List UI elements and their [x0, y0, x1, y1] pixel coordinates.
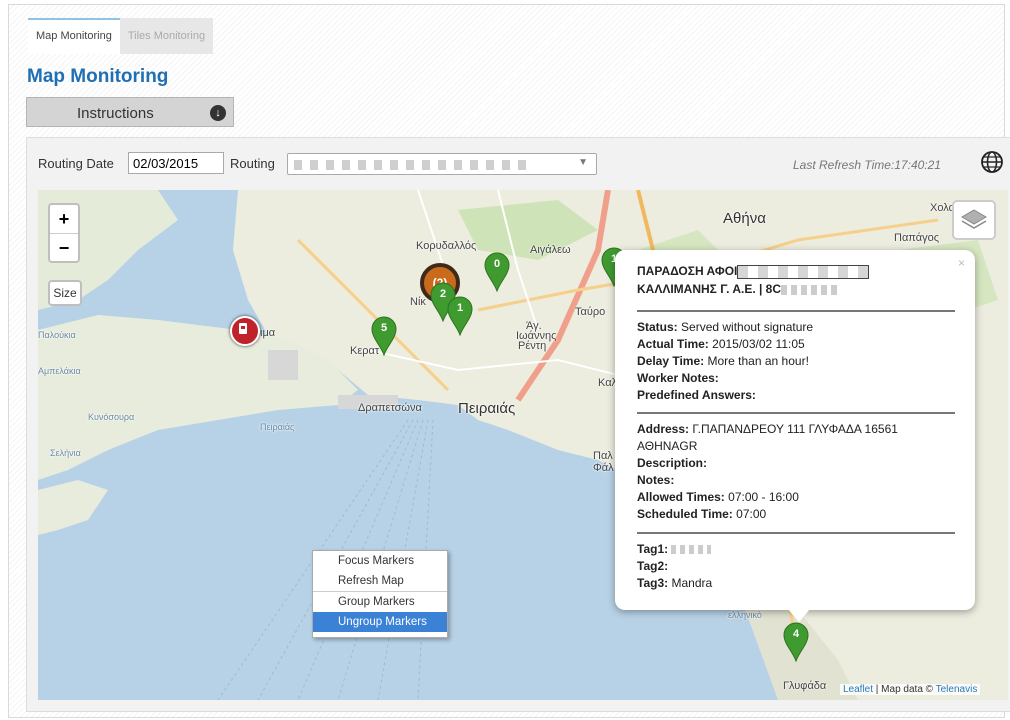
place-label: Κορυδαλλός — [416, 240, 477, 252]
place-label: Σελήνια — [50, 448, 81, 458]
scheduled-time-row: Scheduled Time: 07:00 — [637, 507, 767, 521]
place-label: Κυνόσουρα — [88, 412, 135, 422]
place-label: Παλούκια — [38, 330, 76, 340]
place-label: Νίκ — [410, 296, 426, 308]
tag1-row: Tag1: — [637, 542, 712, 556]
delay-time-row: Delay Time: More than an hour! — [637, 354, 809, 368]
instructions-button[interactable]: Instructions ↓ — [26, 97, 234, 127]
worker-notes-row: Worker Notes: — [637, 371, 719, 385]
globe-icon[interactable] — [980, 150, 1004, 174]
map-marker-pin-icon[interactable]: 5 — [371, 316, 397, 357]
place-label: Παλ — [593, 450, 613, 462]
place-label: Γλυφάδα — [783, 680, 827, 692]
marker-label: 1 — [456, 302, 464, 314]
provider-link[interactable]: Telenavis — [936, 684, 978, 695]
tab-tiles-monitoring[interactable]: Tiles Monitoring — [119, 18, 214, 54]
map-marker-pin-icon[interactable]: 0 — [484, 252, 510, 293]
address-row: Address: Γ.ΠΑΠΑΝΔΡΕΟΥ 111 ΓΛΥΦΑΔΑ 16561 — [637, 422, 898, 436]
place-label: Δραπετσώνα — [358, 402, 422, 414]
marker-popup: × ΠΑΡΑΔΟΣΗ ΑΦΟΙ ΚΑΛΛΙΜΑΝΗΣ Γ. Α.Ε. | 8C … — [615, 250, 975, 622]
zoom-in-button[interactable]: + — [50, 205, 78, 234]
redacted-text — [671, 545, 712, 555]
tag3-row: Tag3: Mandra — [637, 576, 713, 590]
divider — [637, 310, 955, 312]
size-button[interactable]: Size — [48, 280, 82, 306]
status-row: Status: Served without signature — [637, 320, 814, 334]
routing-select[interactable]: ▼ — [287, 153, 597, 175]
marker-label: 5 — [380, 322, 388, 334]
leaflet-link[interactable]: Leaflet — [843, 684, 873, 695]
routing-selected-value-redacted — [294, 160, 532, 170]
address-city: ΑΘΗΝΑGR — [637, 439, 698, 453]
menu-item-refresh-map[interactable]: Refresh Map — [313, 571, 447, 591]
menu-item-group-markers[interactable]: Group Markers — [313, 591, 447, 612]
marker-label: 0 — [493, 258, 501, 270]
allowed-times-row: Allowed Times: 07:00 - 16:00 — [637, 490, 799, 504]
menu-item-focus-markers[interactable]: Focus Markers — [313, 551, 447, 571]
notes-row: Notes: — [637, 473, 675, 487]
place-label: Ρέντη — [518, 340, 547, 352]
redacted-text — [781, 284, 842, 295]
predefined-answers-row: Predefined Answers: — [637, 388, 756, 402]
map-attribution: Leaflet | Map data © Telenavis — [840, 684, 981, 695]
divider — [637, 412, 955, 414]
place-label: ιμα — [260, 327, 276, 339]
routing-date-label: Routing Date — [38, 156, 114, 171]
place-label: Ταύρο — [575, 306, 606, 318]
place-label: Αιγάλεω — [530, 244, 571, 256]
routing-date-input[interactable] — [128, 152, 224, 174]
redacted-text — [737, 264, 870, 279]
last-refresh-time: Last Refresh Time:17:40:21 — [793, 158, 941, 172]
routing-label: Routing — [230, 156, 275, 171]
chevron-down-icon: ▼ — [578, 157, 588, 168]
place-label: Φάλ — [593, 462, 614, 474]
instructions-label: Instructions — [77, 105, 154, 122]
zoom-control: + − — [48, 203, 80, 263]
place-label: Παπάγος — [894, 232, 940, 244]
download-arrow-icon: ↓ — [210, 105, 226, 121]
place-label: Αθήνα — [723, 210, 766, 227]
layers-button[interactable] — [952, 200, 996, 240]
page-title: Map Monitoring — [27, 66, 169, 87]
tab-bar: Map Monitoring Tiles Monitoring — [28, 18, 214, 54]
close-icon[interactable]: × — [958, 256, 965, 270]
place-label: ελληνικό — [728, 610, 762, 620]
map-marker-pin-icon[interactable]: 1 — [447, 296, 473, 337]
place-label: Πειραιάς — [458, 400, 516, 417]
popup-tip — [787, 608, 811, 622]
marker-label: 4 — [792, 628, 800, 640]
attribution-text: | Map data © — [873, 684, 936, 695]
context-menu: Focus Markers Refresh Map Group Markers … — [312, 550, 448, 638]
map-marker-pin-icon[interactable]: 4 — [783, 622, 809, 663]
zoom-out-button[interactable]: − — [50, 234, 78, 262]
menu-item-ungroup-markers[interactable]: Ungroup Markers — [313, 612, 447, 632]
place-label: Αμπελάκια — [38, 366, 81, 376]
divider — [637, 532, 955, 534]
layers-icon — [961, 209, 987, 229]
description-row: Description: — [637, 456, 708, 470]
popup-title-line2: ΚΑΛΛΙΜΑΝΗΣ Γ. Α.Ε. | 8C — [637, 282, 842, 296]
tab-map-monitoring[interactable]: Map Monitoring — [28, 18, 120, 54]
tag2-row: Tag2: — [637, 559, 669, 573]
popup-title-line1: ΠΑΡΑΔΟΣΗ ΑΦΟΙ — [637, 264, 870, 279]
place-label: Πειραιάς — [260, 422, 295, 432]
actual-time-row: Actual Time: 2015/03/02 11:05 — [637, 337, 805, 351]
depot-marker-icon[interactable] — [230, 316, 260, 346]
